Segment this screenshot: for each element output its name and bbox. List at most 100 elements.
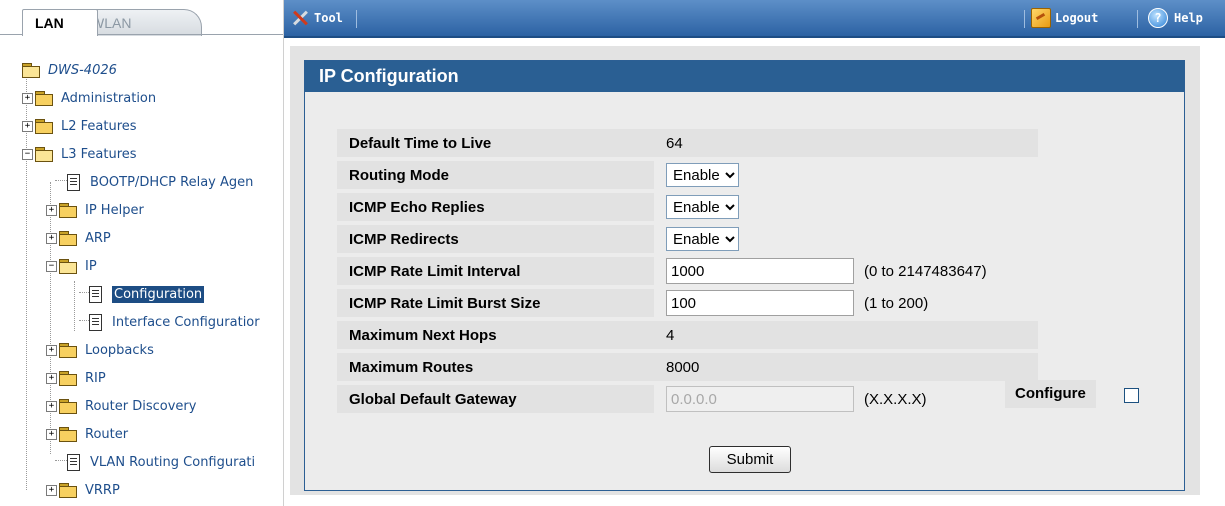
document-icon bbox=[89, 285, 102, 303]
tree-item-label: VLAN Routing Configurati bbox=[90, 454, 256, 470]
panel-title: IP Configuration bbox=[305, 61, 1184, 92]
expand-icon[interactable]: + bbox=[22, 120, 33, 132]
expand-icon[interactable]: + bbox=[46, 400, 57, 412]
config-row: ICMP Rate Limit Burst Size (1 to 200) bbox=[337, 289, 1038, 317]
gateway-input bbox=[666, 386, 854, 412]
tree-item-ip-helper[interactable]: + IP Helper bbox=[46, 196, 144, 224]
tree-item-l3-features[interactable]: − L3 Features bbox=[22, 140, 137, 168]
navigation-pane: WLAN LAN DWS-4026 + Administration + L2 … bbox=[0, 0, 284, 506]
tree-connector bbox=[79, 292, 89, 293]
document-icon bbox=[89, 313, 102, 331]
tree-connector bbox=[79, 320, 89, 321]
routing-mode-select[interactable]: Enable bbox=[666, 163, 739, 187]
tree-item-arp[interactable]: + ARP bbox=[46, 224, 111, 252]
tree-item-administration[interactable]: + Administration bbox=[22, 84, 156, 112]
folder-icon bbox=[59, 427, 77, 442]
max-routes-value: 8000 bbox=[654, 353, 1038, 381]
config-row: Default Time to Live 64 bbox=[337, 129, 1038, 157]
help-button[interactable]: ? Help bbox=[1148, 0, 1203, 36]
tree-item-bootp-dhcp-relay[interactable]: BOOTP/DHCP Relay Agen bbox=[67, 168, 253, 196]
tree-item-rip[interactable]: + RIP bbox=[46, 364, 106, 392]
config-row: ICMP Redirects Enable bbox=[337, 225, 1038, 253]
expand-icon[interactable]: + bbox=[46, 344, 57, 356]
gateway-cell: (X.X.X.X) bbox=[654, 385, 1038, 413]
folder-open-icon bbox=[22, 63, 40, 78]
max-routes-label: Maximum Routes bbox=[337, 353, 654, 381]
gateway-hint: (X.X.X.X) bbox=[864, 390, 927, 408]
folder-open-icon bbox=[35, 147, 53, 162]
expand-icon[interactable]: + bbox=[46, 484, 57, 496]
tree-item-label-selected: Configuration bbox=[112, 285, 205, 303]
icmp-redirects-cell: Enable bbox=[654, 225, 1038, 253]
tree-root-label: DWS-4026 bbox=[48, 62, 117, 78]
top-toolbar: Tool Logout ? Help bbox=[284, 0, 1225, 38]
document-icon bbox=[67, 453, 80, 471]
collapse-icon[interactable]: − bbox=[46, 260, 57, 272]
folder-icon bbox=[59, 371, 77, 386]
tree-item-label: ARP bbox=[85, 230, 111, 246]
ttl-value: 64 bbox=[654, 129, 1038, 157]
configure-label: Configure bbox=[1005, 380, 1096, 408]
submit-button[interactable]: Submit bbox=[709, 446, 791, 473]
icmp-redirects-label: ICMP Redirects bbox=[337, 225, 654, 253]
tree-item-configuration[interactable]: Configuration bbox=[89, 280, 205, 308]
toolbar-separator bbox=[1024, 10, 1025, 28]
max-hops-value: 4 bbox=[654, 321, 1038, 349]
folder-icon bbox=[35, 119, 53, 134]
tree-item-interface-configuration[interactable]: Interface Configuratior bbox=[89, 308, 260, 336]
gateway-label: Global Default Gateway bbox=[337, 385, 654, 413]
tree-item-l2-features[interactable]: + L2 Features bbox=[22, 112, 137, 140]
ip-configuration-panel: IP Configuration Default Time to Live 64… bbox=[304, 60, 1185, 491]
tree-item-label: Router bbox=[85, 426, 129, 442]
tree-item-ip[interactable]: − IP bbox=[46, 252, 97, 280]
toolbar-separator bbox=[1137, 10, 1138, 28]
icmp-burst-label: ICMP Rate Limit Burst Size bbox=[337, 289, 654, 317]
max-hops-label: Maximum Next Hops bbox=[337, 321, 654, 349]
icmp-interval-hint: (0 to 2147483647) bbox=[864, 262, 987, 280]
tree-connector bbox=[55, 180, 67, 181]
tree-item-vlan-routing[interactable]: VLAN Routing Configurati bbox=[67, 448, 255, 476]
tree-item-label: L3 Features bbox=[61, 146, 137, 162]
tree-item-label: Administration bbox=[61, 90, 157, 106]
icmp-echo-select[interactable]: Enable bbox=[666, 195, 739, 219]
tree-item-router-discovery[interactable]: + Router Discovery bbox=[46, 392, 196, 420]
tree-connector bbox=[74, 281, 75, 331]
folder-icon bbox=[59, 343, 77, 358]
folder-icon bbox=[59, 203, 77, 218]
tool-label: Tool bbox=[314, 11, 343, 25]
icmp-burst-hint: (1 to 200) bbox=[864, 294, 929, 312]
help-icon: ? bbox=[1148, 8, 1168, 28]
expand-icon[interactable]: + bbox=[46, 232, 57, 244]
page-edge bbox=[1210, 38, 1225, 506]
expand-icon[interactable]: + bbox=[46, 204, 57, 216]
icmp-burst-input[interactable] bbox=[666, 290, 854, 316]
tab-lan[interactable]: LAN bbox=[22, 9, 98, 36]
tree-item-label: Interface Configuratior bbox=[112, 314, 260, 330]
icmp-interval-cell: (0 to 2147483647) bbox=[654, 257, 1038, 285]
tree-item-label: IP bbox=[85, 258, 97, 274]
tree-item-loopbacks[interactable]: + Loopbacks bbox=[46, 336, 154, 364]
tree-connector bbox=[55, 460, 67, 461]
routing-mode-cell: Enable bbox=[654, 161, 1038, 189]
expand-icon[interactable]: + bbox=[22, 92, 33, 104]
icmp-burst-cell: (1 to 200) bbox=[654, 289, 1038, 317]
ttl-label: Default Time to Live bbox=[337, 129, 654, 157]
tree-item-vrrp[interactable]: + VRRP bbox=[46, 476, 120, 504]
logout-label: Logout bbox=[1055, 11, 1099, 25]
folder-icon bbox=[35, 91, 53, 106]
icmp-redirects-select[interactable]: Enable bbox=[666, 227, 739, 251]
icmp-interval-input[interactable] bbox=[666, 258, 854, 284]
expand-icon[interactable]: + bbox=[46, 428, 57, 440]
tree-item-label: L2 Features bbox=[61, 118, 137, 134]
tree-root[interactable]: DWS-4026 bbox=[22, 56, 117, 84]
collapse-icon[interactable]: − bbox=[22, 148, 33, 160]
config-row: Global Default Gateway (X.X.X.X) bbox=[337, 385, 1038, 413]
configure-checkbox[interactable] bbox=[1124, 388, 1139, 403]
icmp-echo-label: ICMP Echo Replies bbox=[337, 193, 654, 221]
tree-item-router[interactable]: + Router bbox=[46, 420, 128, 448]
config-row: Maximum Next Hops 4 bbox=[337, 321, 1038, 349]
logout-button[interactable]: Logout bbox=[1031, 0, 1098, 36]
help-label: Help bbox=[1174, 11, 1203, 25]
expand-icon[interactable]: + bbox=[46, 372, 57, 384]
tool-menu[interactable]: Tool bbox=[290, 0, 343, 36]
